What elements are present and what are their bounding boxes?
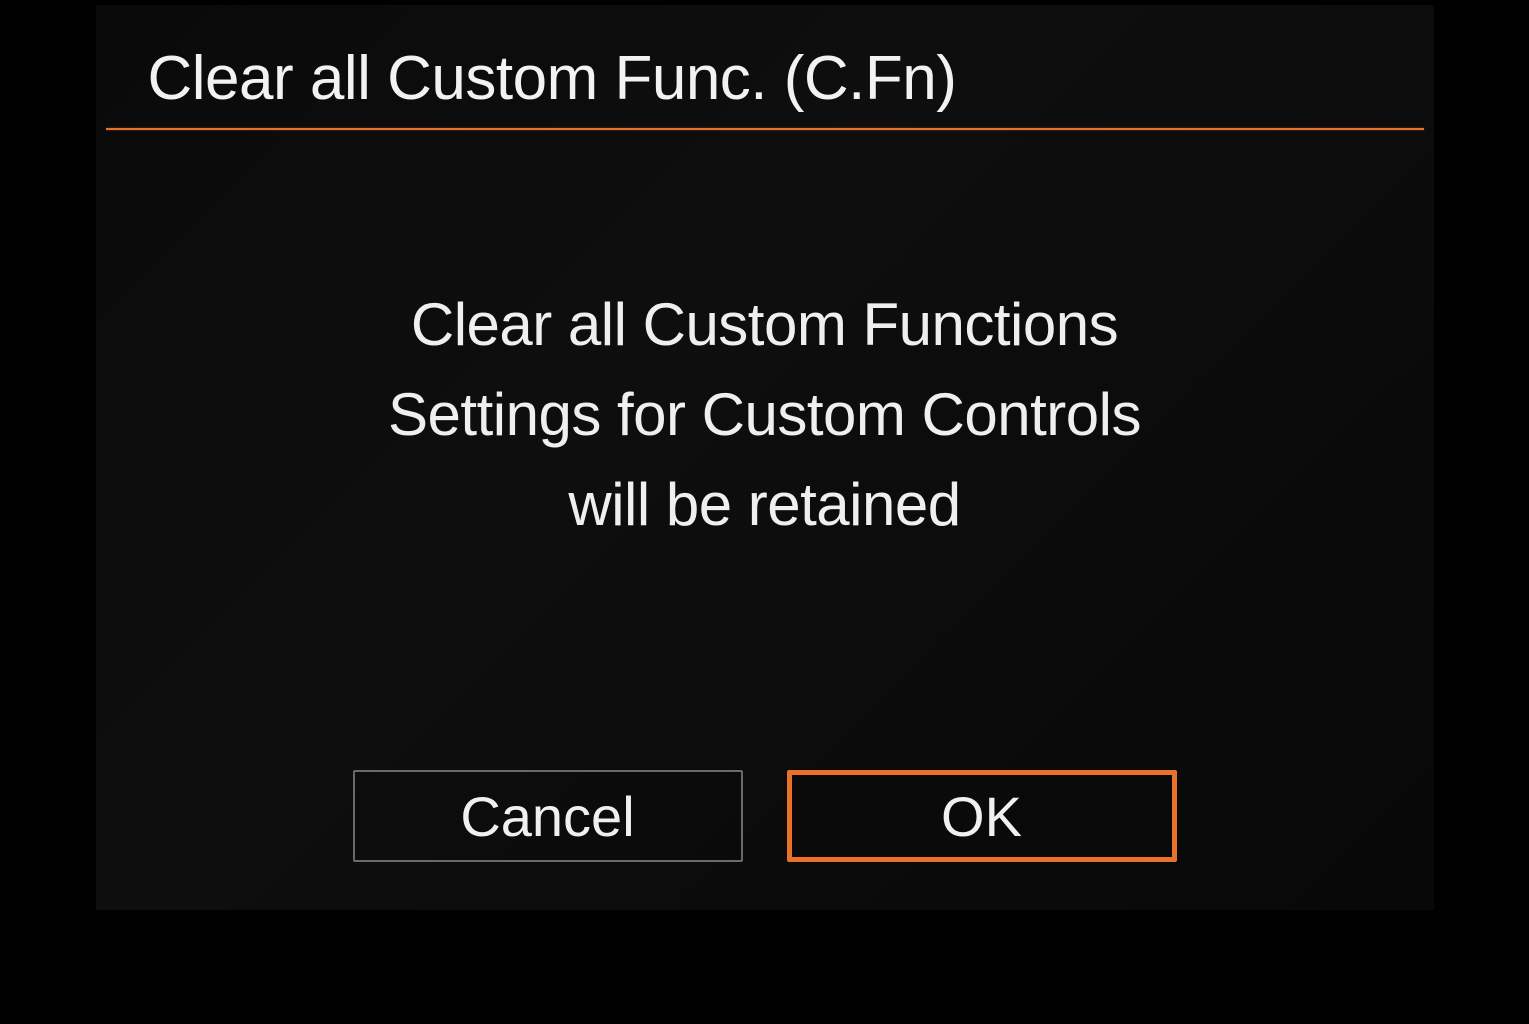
message-line-1: Clear all Custom Functions	[96, 280, 1434, 370]
button-row: Cancel OK	[96, 770, 1434, 862]
ok-button-label: OK	[941, 784, 1022, 849]
message-line-2: Settings for Custom Controls	[96, 370, 1434, 460]
cancel-button-label: Cancel	[460, 784, 634, 849]
dialog-screen: Clear all Custom Func. (C.Fn) Clear all …	[96, 5, 1434, 910]
dialog-title: Clear all Custom Func. (C.Fn)	[148, 43, 1382, 114]
dialog-message: Clear all Custom Functions Settings for …	[96, 130, 1434, 550]
cancel-button[interactable]: Cancel	[353, 770, 743, 862]
ok-button[interactable]: OK	[787, 770, 1177, 862]
dialog-header: Clear all Custom Func. (C.Fn)	[96, 5, 1434, 128]
message-line-3: will be retained	[96, 460, 1434, 550]
